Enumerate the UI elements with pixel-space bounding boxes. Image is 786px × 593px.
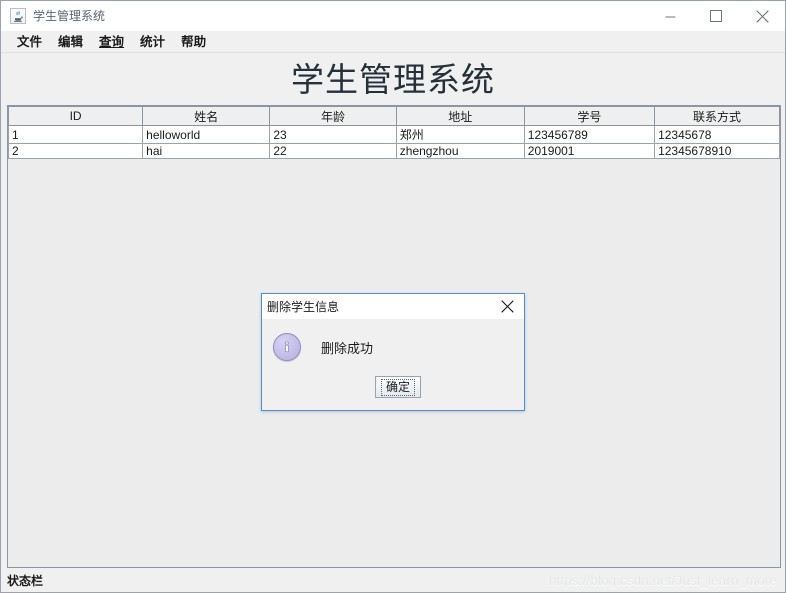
window-controls bbox=[647, 1, 785, 31]
table-cell-age[interactable]: 22 bbox=[269, 143, 397, 159]
table-cell-studentno[interactable]: 123456789 bbox=[523, 125, 656, 144]
table-cell-name[interactable]: helloworld bbox=[142, 125, 271, 144]
student-table: ID 姓名 年龄 地址 学号 联系方式 1 helloworld 23 郑州 1 bbox=[8, 106, 780, 159]
main-content: 学生管理系统 ID 姓名 年龄 地址 学号 联系方式 1 helloworld … bbox=[1, 53, 785, 592]
table-cell-age[interactable]: 23 bbox=[269, 125, 397, 144]
table-column-header-contact[interactable]: 联系方式 bbox=[654, 106, 780, 126]
menu-item-help[interactable]: 帮助 bbox=[173, 32, 214, 52]
statusbar: 状态栏 bbox=[1, 568, 785, 592]
table-column-header-age[interactable]: 年龄 bbox=[269, 106, 397, 126]
delete-confirmation-dialog: 删除学生信息 删除成功 确定 bbox=[261, 293, 525, 411]
table-row[interactable]: 2 hai 22 zhengzhou 2019001 12345678910 bbox=[8, 143, 780, 159]
minimize-button[interactable] bbox=[647, 1, 693, 31]
table-column-header-address[interactable]: 地址 bbox=[395, 106, 525, 126]
window-title: 学生管理系统 bbox=[33, 9, 106, 23]
dialog-message-text: 删除成功 bbox=[321, 340, 374, 356]
table-row[interactable]: 1 helloworld 23 郑州 123456789 12345678 bbox=[8, 125, 780, 144]
dialog-message-row: 删除成功 bbox=[262, 319, 524, 361]
dialog-close-button[interactable] bbox=[494, 294, 520, 319]
window-titlebar: 学生管理系统 bbox=[1, 1, 785, 31]
table-header-row: ID 姓名 年龄 地址 学号 联系方式 bbox=[8, 106, 780, 126]
table-cell-contact[interactable]: 12345678 bbox=[654, 125, 780, 144]
java-coffee-cup-icon bbox=[10, 8, 26, 24]
information-icon bbox=[273, 333, 301, 361]
statusbar-label: 状态栏 bbox=[7, 573, 44, 588]
menu-item-file[interactable]: 文件 bbox=[9, 32, 50, 52]
dialog-titlebar: 删除学生信息 bbox=[262, 294, 524, 319]
menu-item-edit[interactable]: 编辑 bbox=[50, 32, 91, 52]
table-column-header-id[interactable]: ID bbox=[8, 106, 144, 126]
dialog-button-row: 确定 bbox=[262, 376, 524, 398]
titlebar-left-group: 学生管理系统 bbox=[1, 8, 105, 24]
maximize-button[interactable] bbox=[693, 1, 739, 31]
table-column-header-name[interactable]: 姓名 bbox=[142, 106, 271, 126]
table-cell-id[interactable]: 1 bbox=[8, 125, 144, 144]
dialog-ok-button[interactable]: 确定 bbox=[374, 376, 421, 398]
table-cell-studentno[interactable]: 2019001 bbox=[523, 143, 656, 159]
menu-item-query[interactable]: 查询 bbox=[91, 32, 132, 52]
menu-item-statistics[interactable]: 统计 bbox=[132, 32, 173, 52]
page-title: 学生管理系统 bbox=[291, 63, 495, 99]
table-cell-address[interactable]: zhengzhou bbox=[395, 143, 525, 159]
table-column-header-studentno[interactable]: 学号 bbox=[523, 106, 656, 126]
dialog-body: 删除成功 确定 bbox=[262, 319, 524, 410]
close-button[interactable] bbox=[739, 1, 785, 31]
table-cell-name[interactable]: hai bbox=[142, 143, 271, 159]
dialog-ok-button-label: 确定 bbox=[380, 378, 415, 396]
menubar: 文件 编辑 查询 统计 帮助 bbox=[1, 31, 785, 53]
table-cell-id[interactable]: 2 bbox=[8, 143, 144, 159]
dialog-title: 删除学生信息 bbox=[267, 300, 340, 314]
table-cell-address[interactable]: 郑州 bbox=[395, 125, 525, 144]
application-window: 学生管理系统 文件 编辑 查询 统计 帮助 学生管理系统 ID 姓名 年龄 地址… bbox=[0, 0, 786, 593]
table-cell-contact[interactable]: 12345678910 bbox=[654, 143, 780, 159]
